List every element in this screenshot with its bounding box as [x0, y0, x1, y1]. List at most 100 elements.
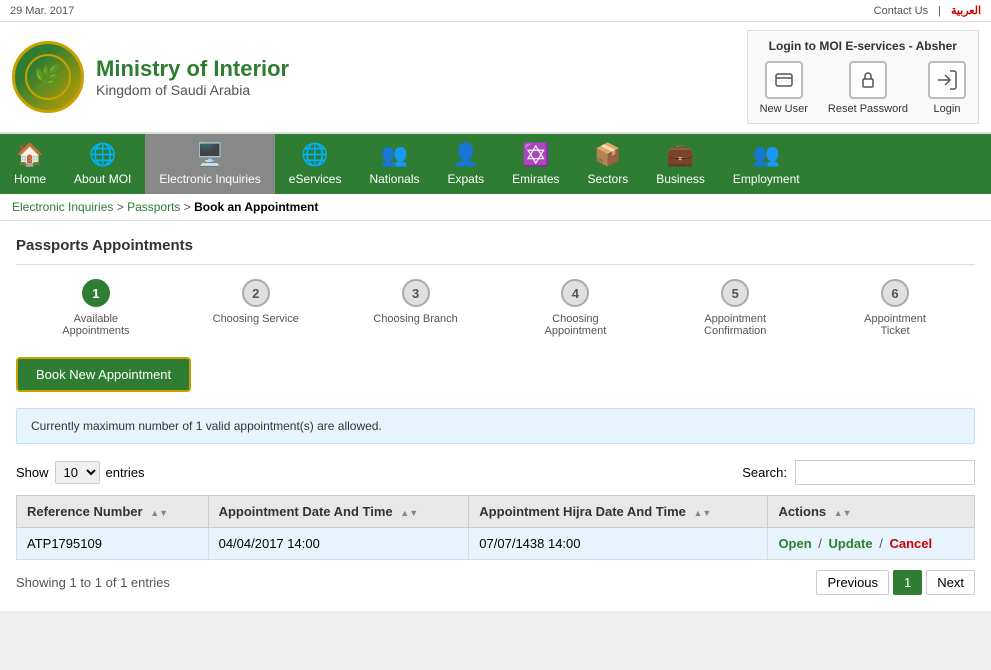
nav-nationals-label: Nationals — [369, 172, 419, 186]
entries-select[interactable]: 10 25 50 — [55, 461, 100, 484]
nav-home[interactable]: 🏠 Home — [0, 134, 60, 194]
pagination-row: Showing 1 to 1 of 1 entries Previous 1 N… — [16, 570, 975, 595]
nav-expats[interactable]: 👤 Expats — [433, 134, 498, 194]
login-label: Login — [934, 103, 961, 115]
nav-eservices-label: eServices — [289, 172, 342, 186]
breadcrumb-electronic-inquiries[interactable]: Electronic Inquiries — [12, 200, 113, 214]
site-title: Ministry of Interior — [96, 56, 289, 82]
step-1-circle: 1 — [82, 279, 110, 307]
new-user-button[interactable]: New User — [760, 61, 808, 115]
login-button[interactable]: Login — [928, 61, 966, 115]
about-moi-icon: 🌐 — [89, 142, 116, 168]
nav-business[interactable]: 💼 Business — [642, 134, 719, 194]
login-title: Login to MOI E-services - Absher — [769, 39, 957, 53]
cell-actions: Open / Update / Cancel — [768, 528, 975, 560]
nav-electronic-inquiries-label: Electronic Inquiries — [159, 172, 260, 186]
login-icon — [928, 61, 966, 99]
nav-expats-label: Expats — [447, 172, 484, 186]
sort-hijra-icon[interactable]: ▲▼ — [694, 508, 712, 518]
sort-date-icon[interactable]: ▲▼ — [400, 508, 418, 518]
new-user-icon — [765, 61, 803, 99]
step-4-label: Choosing Appointment — [530, 313, 620, 337]
nav-emirates[interactable]: ✡️ Emirates — [498, 134, 573, 194]
previous-button[interactable]: Previous — [816, 570, 889, 595]
step-3-label: Choosing Branch — [373, 313, 457, 325]
step-2: 2 Choosing Service — [176, 279, 336, 325]
step-6: 6 Appointment Ticket — [815, 279, 975, 337]
step-2-circle: 2 — [242, 279, 270, 307]
search-label: Search: — [742, 465, 787, 480]
expats-icon: 👤 — [452, 142, 479, 168]
show-entries: Show 10 25 50 entries — [16, 461, 145, 484]
breadcrumb-passports[interactable]: Passports — [127, 200, 180, 214]
step-1: 1 Available Appointments — [16, 279, 176, 337]
nav-eservices[interactable]: 🌐 eServices — [275, 134, 356, 194]
arabic-link[interactable]: العربية — [951, 4, 981, 17]
step-6-label: Appointment Ticket — [850, 313, 940, 337]
cell-hijra: 07/07/1438 14:00 — [469, 528, 768, 560]
login-icons: New User Reset Password Login — [760, 61, 966, 115]
cell-reference: ATP1795109 — [17, 528, 209, 560]
cell-date: 04/04/2017 14:00 — [208, 528, 469, 560]
col-hijra: Appointment Hijra Date And Time ▲▼ — [469, 496, 768, 528]
sort-ref-icon[interactable]: ▲▼ — [150, 508, 168, 518]
top-date: 29 Mar. 2017 — [10, 5, 74, 17]
nav-sectors-label: Sectors — [588, 172, 629, 186]
showing-text: Showing 1 to 1 of 1 entries — [16, 575, 170, 590]
header: 🌿 Ministry of Interior Kingdom of Saudi … — [0, 22, 991, 134]
col-date: Appointment Date And Time ▲▼ — [208, 496, 469, 528]
logo-area: 🌿 Ministry of Interior Kingdom of Saudi … — [12, 41, 289, 113]
reset-password-button[interactable]: Reset Password — [828, 61, 908, 115]
nav-employment[interactable]: 👥 Employment — [719, 134, 814, 194]
eservices-icon: 🌐 — [301, 142, 328, 168]
reset-password-label: Reset Password — [828, 103, 908, 115]
emirates-icon: ✡️ — [522, 142, 549, 168]
show-label: Show — [16, 465, 49, 480]
sort-actions-icon[interactable]: ▲▼ — [834, 508, 852, 518]
logo-text: Ministry of Interior Kingdom of Saudi Ar… — [96, 56, 289, 98]
contact-link[interactable]: Contact Us — [874, 5, 928, 17]
cancel-action-link[interactable]: Cancel — [889, 536, 932, 551]
search-input[interactable] — [795, 460, 975, 485]
update-action-link[interactable]: Update — [829, 536, 873, 551]
login-area: Login to MOI E-services - Absher New Use… — [747, 30, 979, 124]
reset-password-icon — [849, 61, 887, 99]
step-4: 4 Choosing Appointment — [495, 279, 655, 337]
open-action-link[interactable]: Open — [778, 536, 811, 551]
entries-label: entries — [106, 465, 145, 480]
step-1-label: Available Appointments — [51, 313, 141, 337]
nav-nationals[interactable]: 👥 Nationals — [355, 134, 433, 194]
step-4-circle: 4 — [561, 279, 589, 307]
top-bar: 29 Mar. 2017 Contact Us | العربية — [0, 0, 991, 22]
appointments-table: Reference Number ▲▼ Appointment Date And… — [16, 495, 975, 560]
breadcrumb: Electronic Inquiries > Passports > Book … — [0, 194, 991, 221]
site-subtitle: Kingdom of Saudi Arabia — [96, 82, 289, 98]
nav-about-moi-label: About MOI — [74, 172, 131, 186]
electronic-inquiries-icon: 🖥️ — [196, 142, 223, 168]
top-separator: | — [938, 5, 941, 17]
nav-business-label: Business — [656, 172, 705, 186]
nav-about-moi[interactable]: 🌐 About MOI — [60, 134, 145, 194]
sectors-icon: 📦 — [594, 142, 621, 168]
info-message: Currently maximum number of 1 valid appo… — [16, 408, 975, 444]
nav-sectors[interactable]: 📦 Sectors — [574, 134, 643, 194]
search-box: Search: — [742, 460, 975, 485]
main-nav: 🏠 Home 🌐 About MOI 🖥️ Electronic Inquiri… — [0, 134, 991, 194]
nav-electronic-inquiries[interactable]: 🖥️ Electronic Inquiries — [145, 134, 274, 194]
nav-employment-label: Employment — [733, 172, 800, 186]
nationals-icon: 👥 — [381, 142, 408, 168]
new-user-label: New User — [760, 103, 808, 115]
step-5-label: Appointment Confirmation — [690, 313, 780, 337]
employment-icon: 👥 — [753, 142, 780, 168]
step-6-circle: 6 — [881, 279, 909, 307]
table-controls: Show 10 25 50 entries Search: — [16, 460, 975, 485]
table-row: ATP1795109 04/04/2017 14:00 07/07/1438 1… — [17, 528, 975, 560]
breadcrumb-current: Book an Appointment — [194, 200, 318, 214]
page-1-button[interactable]: 1 — [893, 570, 922, 595]
book-new-appointment-button[interactable]: Book New Appointment — [16, 357, 191, 392]
main-content: Passports Appointments 1 Available Appoi… — [0, 221, 991, 611]
home-icon: 🏠 — [16, 142, 43, 168]
step-5-circle: 5 — [721, 279, 749, 307]
step-5: 5 Appointment Confirmation — [655, 279, 815, 337]
next-button[interactable]: Next — [926, 570, 975, 595]
